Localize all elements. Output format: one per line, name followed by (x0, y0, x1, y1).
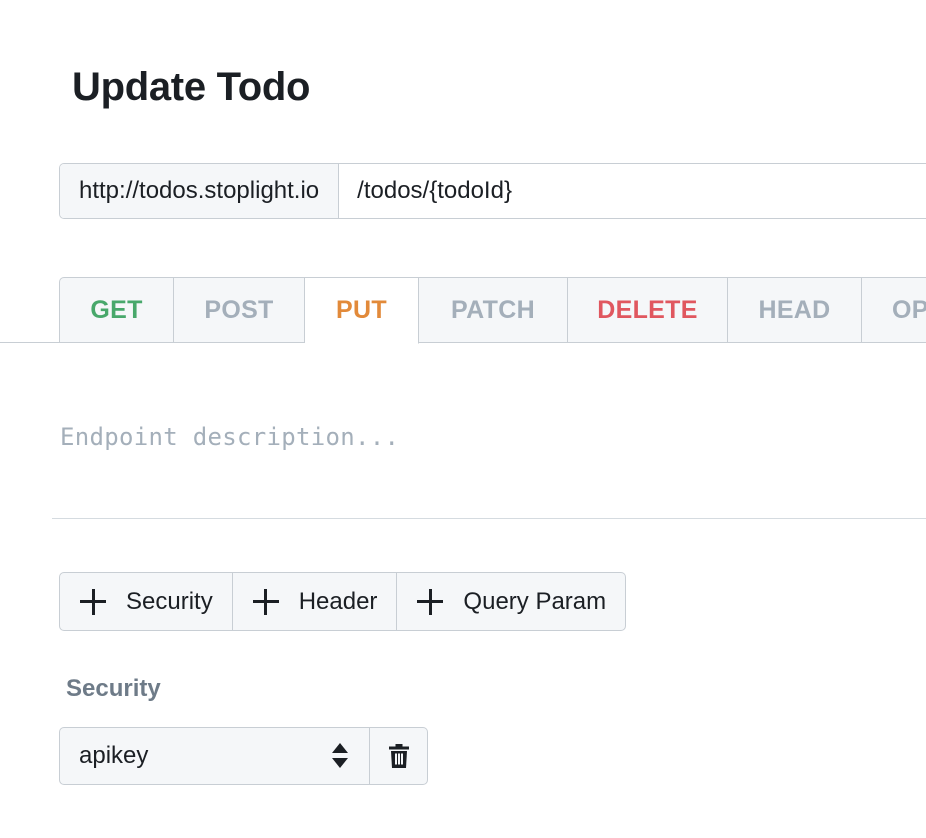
page-title[interactable]: Update Todo (72, 62, 310, 112)
tab-patch[interactable]: PATCH (419, 277, 568, 343)
tab-options[interactable]: OP (862, 277, 926, 343)
url-host[interactable]: http://todos.stoplight.io (60, 164, 340, 218)
tab-delete[interactable]: DELETE (568, 277, 728, 343)
security-select[interactable]: apikey (59, 727, 370, 785)
security-row: apikey (59, 727, 428, 785)
delete-security-button[interactable] (370, 727, 428, 785)
plus-icon (80, 588, 106, 615)
add-security-label: Security (126, 587, 213, 615)
add-header-button[interactable]: Header (232, 572, 398, 631)
security-select-value: apikey (79, 742, 149, 769)
url-path-input[interactable]: /todos/{todoId} (339, 164, 926, 218)
add-query-param-button[interactable]: Query Param (397, 572, 627, 631)
tab-put[interactable]: PUT (305, 277, 419, 344)
security-section-label: Security (66, 675, 161, 702)
add-buttons-group: Security Header Query Param (59, 572, 627, 631)
plus-icon (417, 588, 444, 615)
description-divider (52, 518, 926, 519)
add-security-button[interactable]: Security (59, 572, 233, 631)
add-query-param-label: Query Param (463, 587, 607, 615)
endpoint-editor: Update Todo http://todos.stoplight.io /t… (0, 0, 926, 838)
tab-head[interactable]: HEAD (728, 277, 862, 343)
endpoint-description-input[interactable]: Endpoint description... (60, 423, 399, 451)
tab-get[interactable]: GET (59, 277, 174, 343)
tab-post[interactable]: POST (174, 277, 305, 343)
url-bar: http://todos.stoplight.io /todos/{todoId… (59, 163, 926, 219)
trash-icon (388, 744, 409, 768)
plus-icon (252, 588, 279, 615)
method-tabs: GET POST PUT PATCH DELETE HEAD OP (59, 277, 926, 344)
updown-icon (332, 743, 348, 769)
add-header-label: Header (298, 587, 378, 615)
